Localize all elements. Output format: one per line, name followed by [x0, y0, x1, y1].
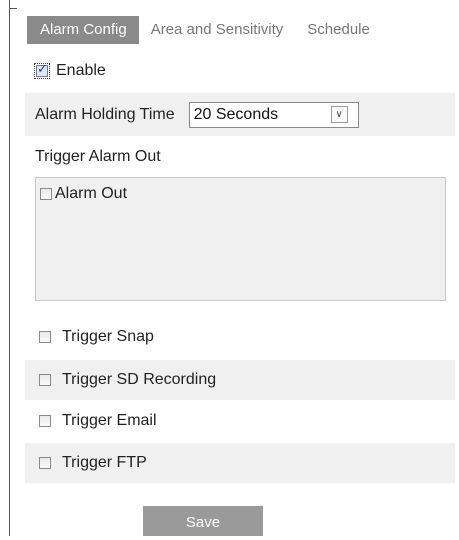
enable-checkbox-focus[interactable]	[34, 62, 50, 79]
save-button[interactable]: Save	[143, 506, 263, 536]
tab-bar: Alarm Config Area and Sensitivity Schedu…	[27, 16, 382, 44]
trigger-sd-recording-checkbox[interactable]	[39, 374, 51, 386]
frame-corner	[9, 8, 17, 9]
tab-area-and-sensitivity[interactable]: Area and Sensitivity	[139, 16, 296, 44]
holding-time-value: 20 Seconds	[193, 105, 279, 123]
alarm-out-label: Alarm Out	[55, 185, 128, 202]
trigger-snap-row: Trigger Snap	[25, 321, 455, 353]
holding-time-row: Alarm Holding Time 20 Seconds ∨	[25, 93, 455, 136]
holding-time-select[interactable]: 20 Seconds ∨	[188, 101, 359, 128]
enable-row: Enable	[25, 57, 455, 85]
trigger-ftp-row: Trigger FTP	[25, 443, 455, 483]
alarm-out-checkbox[interactable]	[40, 188, 52, 200]
trigger-ftp-checkbox[interactable]	[39, 457, 51, 469]
trigger-email-checkbox[interactable]	[39, 415, 51, 427]
trigger-snap-label: Trigger Snap	[62, 328, 154, 345]
trigger-ftp-label: Trigger FTP	[62, 454, 147, 471]
trigger-sd-recording-label: Trigger SD Recording	[62, 371, 217, 388]
tab-alarm-config[interactable]: Alarm Config	[27, 16, 139, 44]
trigger-alarm-out-heading-row: Trigger Alarm Out	[25, 143, 455, 171]
enable-checkbox[interactable]	[36, 62, 48, 77]
trigger-email-row: Trigger Email	[25, 405, 455, 437]
alarm-out-item: Alarm Out	[40, 185, 127, 203]
tab-schedule[interactable]: Schedule	[295, 16, 382, 44]
trigger-email-label: Trigger Email	[62, 412, 157, 429]
enable-label: Enable	[56, 62, 106, 79]
frame-border	[9, 0, 10, 536]
holding-time-label: Alarm Holding Time	[35, 105, 175, 123]
trigger-snap-checkbox[interactable]	[39, 331, 51, 343]
trigger-sd-recording-row: Trigger SD Recording	[25, 360, 455, 400]
alarm-out-list: Alarm Out	[35, 177, 446, 301]
chevron-down-icon[interactable]: ∨	[330, 106, 348, 123]
trigger-alarm-out-heading: Trigger Alarm Out	[35, 148, 161, 165]
